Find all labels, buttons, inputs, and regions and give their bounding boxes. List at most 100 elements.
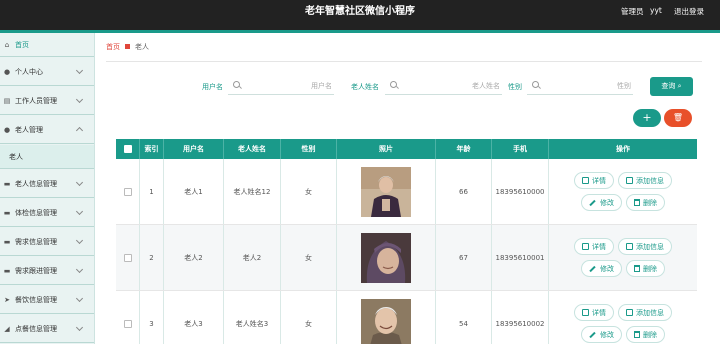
add-button[interactable]: + bbox=[633, 109, 661, 127]
cell-photo bbox=[337, 159, 436, 224]
detail-button[interactable]: 详情 bbox=[574, 238, 614, 255]
detail-label: 详情 bbox=[592, 176, 606, 185]
chevron-down-icon bbox=[75, 236, 84, 245]
edit-label: 修改 bbox=[600, 264, 614, 273]
sidebar-item-meal[interactable]: ➤ 餐饮信息管理 bbox=[0, 286, 94, 314]
cell-gender: 女 bbox=[281, 225, 337, 290]
col-phone: 手机 bbox=[492, 139, 549, 159]
meal-icon: ➤ bbox=[4, 295, 10, 304]
detail-label: 详情 bbox=[592, 308, 606, 317]
breadcrumb-current: 老人 bbox=[135, 43, 149, 51]
detail-button[interactable]: 详情 bbox=[574, 304, 614, 321]
cell-index: 2 bbox=[140, 225, 164, 290]
gender-field[interactable] bbox=[527, 77, 633, 95]
info-icon: ▬ bbox=[3, 179, 11, 188]
gender-input[interactable] bbox=[543, 78, 631, 93]
elder-name-field[interactable] bbox=[385, 77, 502, 95]
col-age: 年龄 bbox=[436, 139, 492, 159]
cell-gender: 女 bbox=[281, 291, 337, 344]
sidebar-item-label: 首页 bbox=[15, 40, 29, 49]
edit-button[interactable]: 修改 bbox=[581, 194, 622, 211]
sidebar-item-health[interactable]: ▬ 体检信息管理 bbox=[0, 199, 94, 227]
delete-button[interactable]: 删除 bbox=[626, 194, 665, 211]
gender-label: 性别 bbox=[508, 83, 522, 91]
username-label: 用户名 bbox=[202, 83, 223, 91]
plus-icon: + bbox=[642, 111, 652, 124]
logout-link[interactable]: 退出登录 bbox=[674, 6, 704, 17]
app-title: 老年智慧社区微信小程序 bbox=[305, 6, 415, 17]
cell-photo bbox=[337, 225, 436, 290]
table-row: 1 老人1 老人姓名12 女 66 18395610000 详情 添加信息 修改… bbox=[116, 159, 697, 225]
sidebar-item-follow[interactable]: ▬ 需求跟进管理 bbox=[0, 257, 94, 285]
cell-phone: 18395610002 bbox=[492, 291, 549, 344]
sidebar-item-elder-mgmt[interactable]: ● 老人管理 bbox=[0, 116, 94, 144]
sidebar-item-staff[interactable]: ▤ 工作人员管理 bbox=[0, 87, 94, 115]
cell-phone: 18395610000 bbox=[492, 159, 549, 224]
cell-index: 3 bbox=[140, 291, 164, 344]
sidebar-item-demand[interactable]: ▬ 需求信息管理 bbox=[0, 228, 94, 256]
sidebar-item-label: 餐饮信息管理 bbox=[15, 295, 57, 304]
elder-name-label: 老人姓名 bbox=[351, 83, 379, 91]
sidebar-item-profile[interactable]: ● 个人中心 bbox=[0, 58, 94, 86]
add-info-button[interactable]: 添加信息 bbox=[618, 304, 672, 321]
row-checkbox[interactable] bbox=[123, 319, 132, 328]
sidebar-subitem-elder[interactable]: 老人 bbox=[0, 145, 94, 169]
username-field[interactable] bbox=[228, 77, 334, 95]
add-info-button[interactable]: 添加信息 bbox=[618, 238, 672, 255]
delete-button[interactable]: 删除 bbox=[626, 260, 665, 277]
elder-name-input[interactable] bbox=[401, 78, 500, 93]
username-input[interactable] bbox=[244, 78, 332, 93]
top-header: 老年智慧社区微信小程序 管理员 yyt 退出登录 bbox=[0, 0, 720, 33]
delete-label: 删除 bbox=[643, 198, 657, 207]
breadcrumb-home[interactable]: 首页 bbox=[106, 43, 120, 51]
sidebar-item-label: 需求跟进管理 bbox=[15, 266, 57, 275]
cell-name: 老人姓名12 bbox=[224, 159, 281, 224]
row-select-cell bbox=[116, 225, 140, 290]
sidebar-item-label: 点餐信息管理 bbox=[15, 324, 57, 333]
sidebar-item-label: 个人中心 bbox=[15, 67, 43, 76]
chevron-down-icon bbox=[75, 207, 84, 216]
cell-age: 66 bbox=[436, 159, 492, 224]
user-role: 管理员 bbox=[621, 7, 644, 16]
cell-age: 54 bbox=[436, 291, 492, 344]
add-info-label: 添加信息 bbox=[636, 242, 664, 251]
edit-button[interactable]: 修改 bbox=[581, 260, 622, 277]
col-photo: 照片 bbox=[337, 139, 436, 159]
elder-photo[interactable] bbox=[361, 232, 411, 283]
elder-photo[interactable] bbox=[361, 166, 411, 217]
detail-button[interactable]: 详情 bbox=[574, 172, 614, 189]
sidebar-item-label: 老人信息管理 bbox=[15, 179, 57, 188]
query-button[interactable]: 查询 ⌕ bbox=[650, 77, 693, 96]
sidebar-item-label: 体检信息管理 bbox=[15, 208, 57, 217]
sidebar-item-elder-info[interactable]: ▬ 老人信息管理 bbox=[0, 170, 94, 198]
table-header: 索引 用户名 老人姓名 性别 照片 年龄 手机 操作 bbox=[116, 139, 697, 159]
select-all-checkbox[interactable] bbox=[123, 145, 132, 153]
staff-icon: ▤ bbox=[3, 96, 11, 105]
row-checkbox[interactable] bbox=[123, 187, 132, 196]
chevron-down-icon bbox=[75, 66, 84, 75]
batch-delete-button[interactable]: 🗑 bbox=[664, 109, 692, 127]
search-icon bbox=[532, 81, 539, 88]
detail-label: 详情 bbox=[592, 242, 606, 251]
elder-icon: ● bbox=[3, 125, 11, 134]
add-info-button[interactable]: 添加信息 bbox=[618, 172, 672, 189]
edit-button[interactable]: 修改 bbox=[581, 326, 622, 343]
row-checkbox[interactable] bbox=[123, 253, 132, 262]
add-info-label: 添加信息 bbox=[636, 308, 664, 317]
demand-icon: ▬ bbox=[3, 237, 11, 246]
sidebar-item-order[interactable]: ◢ 点餐信息管理 bbox=[0, 315, 94, 343]
cell-photo bbox=[337, 291, 436, 344]
col-index: 索引 bbox=[140, 139, 164, 159]
order-icon: ◢ bbox=[4, 324, 10, 333]
search-icon bbox=[390, 81, 397, 88]
cell-gender: 女 bbox=[281, 159, 337, 224]
sidebar-item-home[interactable]: ⌂ 首页 bbox=[0, 33, 94, 57]
delete-button[interactable]: 删除 bbox=[626, 326, 665, 343]
detail-icon bbox=[582, 243, 589, 250]
query-button-label: 查询 bbox=[661, 82, 676, 90]
cell-age: 67 bbox=[436, 225, 492, 290]
health-icon: ▬ bbox=[3, 208, 11, 217]
add-info-icon bbox=[626, 243, 633, 250]
sidebar-item-label: 工作人员管理 bbox=[15, 96, 57, 105]
elder-photo[interactable] bbox=[361, 298, 411, 344]
